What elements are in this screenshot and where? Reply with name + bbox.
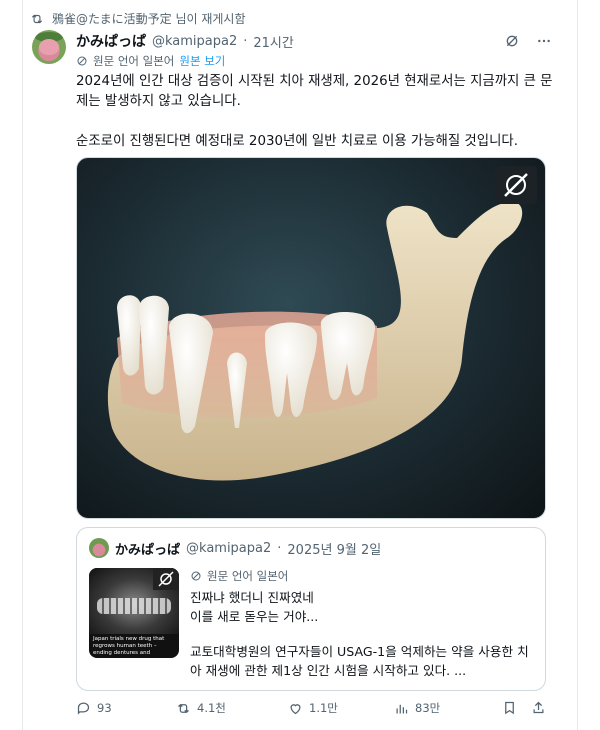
jaw-illustration — [107, 202, 523, 481]
quoted-author-name: かみぱっぱ — [115, 542, 181, 558]
views-count: 83만 — [415, 701, 441, 715]
post-header: かみぱっぱ @kamipapa2 · 21시간 — [76, 31, 294, 51]
quoted-translation-note: 원문 언어 일본어 — [190, 568, 288, 584]
author-name[interactable]: かみぱっぱ — [76, 31, 146, 51]
views-icon — [396, 704, 408, 713]
xray-teeth — [97, 598, 171, 614]
grok-icon[interactable] — [504, 33, 520, 49]
quoted-separator: · — [277, 540, 282, 556]
quoted-grok-watermark-icon — [158, 571, 174, 587]
quoted-post[interactable]: かみぱっぱ @kamipapa2 · 2025년 9월 2일 Japan tri… — [76, 527, 546, 691]
separator: · — [243, 33, 248, 49]
author-handle[interactable]: @kamipapa2 — [152, 34, 237, 49]
show-original-link[interactable]: 원본 보기 — [179, 53, 225, 69]
quoted-image-caption: Japan trials new drug that regrows human… — [93, 636, 165, 656]
quoted-date: 2025년 9월 2일 — [287, 542, 382, 558]
translation-note: 원문 언어 일본어 원본 보기 — [76, 53, 225, 69]
quoted-translate-icon — [191, 571, 201, 581]
repost-icon — [31, 14, 43, 23]
repost-button[interactable]: 4.1천 — [176, 700, 226, 716]
quoted-post-header: かみぱっぱ @kamipapa2 · 2025년 9월 2일 — [89, 538, 381, 558]
quoted-translation-label: 원문 언어 일본어 — [207, 569, 289, 583]
translate-icon — [77, 56, 87, 66]
quoted-watermark — [153, 568, 179, 590]
share-button[interactable] — [531, 700, 546, 715]
quoted-author-handle: @kamipapa2 — [186, 540, 272, 556]
reply-button[interactable]: 93 — [76, 700, 112, 715]
bookmark-button[interactable] — [502, 700, 517, 715]
repost-count: 4.1천 — [197, 701, 226, 715]
avatar-face — [39, 39, 59, 55]
quoted-text-1: 진짜냐 했더니 진짜였네 이를 새로 돋우는 거야... — [190, 590, 319, 624]
quoted-avatar — [89, 538, 109, 558]
heart-icon — [290, 703, 301, 714]
grok-watermark-icon — [504, 173, 528, 197]
post-text-paragraph-2: 순조로이 진행된다면 예정대로 2030년에 일반 치료로 이용 가능해질 것입… — [76, 134, 518, 149]
more-icon[interactable] — [536, 33, 552, 49]
share-icon — [533, 701, 544, 714]
repost-action-icon — [178, 703, 189, 713]
like-count: 1.1만 — [309, 701, 338, 715]
reply-count: 93 — [97, 700, 112, 715]
post-text-paragraph-1: 2024년에 인간 대상 검증이 시작된 치아 재생제, 2026년 현재로서는… — [76, 74, 553, 109]
watermark-badge — [495, 166, 537, 204]
like-button[interactable]: 1.1만 — [288, 700, 338, 716]
views-button[interactable]: 83만 — [394, 700, 440, 716]
repost-text: 鴉雀@たまに活動予定 님이 재게시함 — [52, 12, 246, 26]
quoted-image-xray[interactable]: Japan trials new drug that regrows human… — [89, 568, 179, 658]
post-top-actions — [504, 33, 552, 49]
translation-label: 원문 언어 일본어 — [93, 54, 175, 68]
repost-indicator[interactable]: 鴉雀@たまに活動予定 님이 재게시함 — [30, 10, 246, 27]
quoted-text-2: 교토대학병원의 연구자들이 USAG-1을 억제하는 약을 사용한 치아 재생에… — [190, 644, 529, 678]
bookmark-icon — [505, 701, 514, 715]
post-image-jaw[interactable] — [76, 157, 546, 519]
post-time[interactable]: 21시간 — [253, 32, 293, 51]
reply-icon — [77, 702, 90, 715]
avatar[interactable] — [32, 30, 66, 64]
